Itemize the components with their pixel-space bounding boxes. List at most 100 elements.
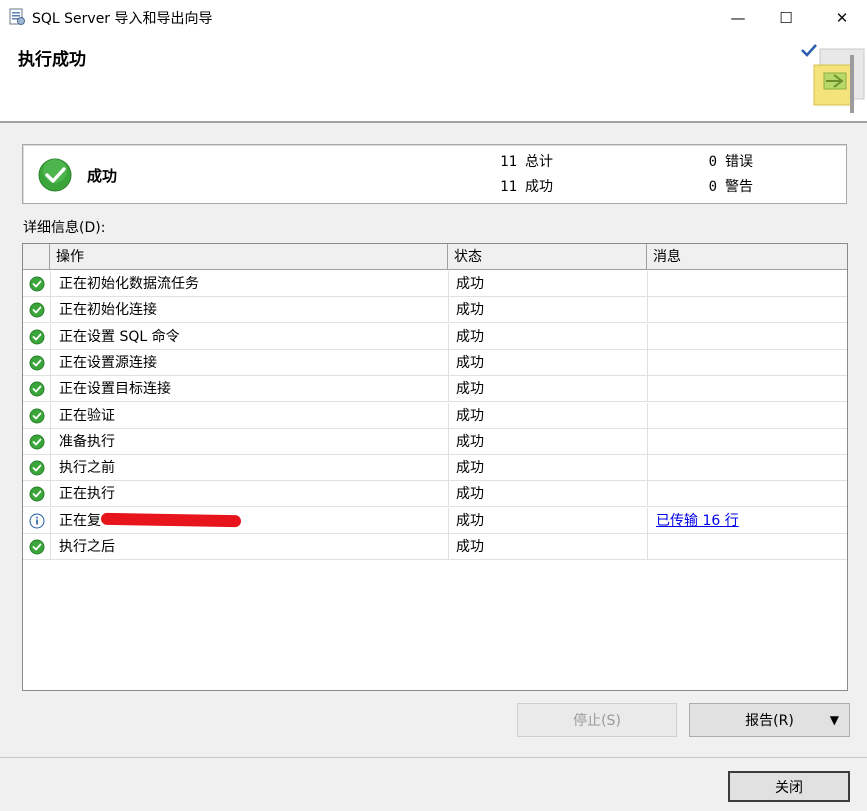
- success-icon: [23, 376, 50, 402]
- message-cell: 已传输 16 行: [647, 507, 847, 534]
- message-link[interactable]: 已传输 16 行: [656, 513, 739, 529]
- table-row[interactable]: 正在执行 成功: [23, 481, 847, 508]
- divider: [0, 757, 867, 758]
- summary-status: 成功: [87, 167, 118, 185]
- column-header-message[interactable]: 消息: [647, 244, 847, 270]
- operation-cell: 正在执行: [50, 481, 448, 508]
- operation-cell: 正在设置源连接: [50, 349, 448, 376]
- app-icon: [8, 8, 26, 26]
- wizard-graphic-icon: [812, 43, 867, 125]
- minimize-icon: —: [730, 8, 746, 27]
- success-icon: [23, 403, 50, 429]
- column-header-operation[interactable]: 操作: [50, 244, 448, 270]
- table-row[interactable]: 正在复 成功 已传输 16 行: [23, 507, 847, 534]
- success-icon: [23, 534, 50, 560]
- operation-text: 正在初始化数据流任务: [59, 276, 199, 292]
- message-cell: [647, 271, 847, 297]
- table-row[interactable]: 正在验证 成功: [23, 402, 847, 429]
- details-label: 详细信息(D):: [23, 220, 106, 236]
- status-cell: 成功: [448, 507, 647, 534]
- details-grid[interactable]: 操作 状态 消息 正在初始化数据流任务 成功 正在初始化连接 成功 正在设置 SQL 命…: [22, 243, 848, 691]
- status-cell: 成功: [448, 349, 647, 376]
- total-label: 总计: [525, 154, 553, 170]
- window-title: SQL Server 导入和导出向导: [32, 11, 213, 27]
- minimize-button[interactable]: —: [715, 0, 761, 35]
- operation-text: 执行之后: [59, 539, 115, 555]
- message-cell: [647, 297, 847, 324]
- table-row[interactable]: 正在设置源连接 成功: [23, 349, 847, 376]
- operation-text: 正在设置目标连接: [59, 381, 171, 398]
- operation-text: 正在复: [59, 512, 101, 529]
- grid-header: 操作 状态 消息: [23, 244, 847, 270]
- operation-cell: 正在设置目标连接: [50, 376, 448, 403]
- report-button[interactable]: 报告(R) ▼: [689, 703, 850, 737]
- status-cell: 成功: [448, 534, 647, 560]
- message-cell: [647, 349, 847, 376]
- message-cell: [647, 323, 847, 350]
- summary-panel: 成功 11 总计 11 成功 0 错误 0 警告: [22, 144, 847, 204]
- close-button[interactable]: 关闭: [728, 771, 850, 802]
- warning-count: 0: [708, 179, 717, 195]
- success-large-icon: [37, 157, 73, 197]
- success-stat: 11 成功: [497, 176, 553, 196]
- operation-text: 正在设置 SQL 命令: [59, 328, 180, 345]
- operation-text: 执行之前: [59, 460, 115, 477]
- status-cell: 成功: [448, 323, 647, 350]
- maximize-icon: ☐: [779, 8, 793, 27]
- table-row[interactable]: 准备执行 成功: [23, 428, 847, 455]
- success-icon: [23, 350, 50, 376]
- error-label: 错误: [725, 154, 753, 170]
- wizard-header: 执行成功: [0, 35, 867, 123]
- status-cell: 成功: [448, 481, 647, 508]
- operation-cell: 执行之后: [50, 534, 448, 560]
- operation-text: 正在设置源连接: [59, 354, 157, 371]
- column-header-status[interactable]: 状态: [448, 244, 647, 270]
- error-stat: 0 错误: [697, 151, 753, 171]
- success-icon: [23, 297, 50, 323]
- close-window-button[interactable]: ✕: [819, 0, 865, 35]
- redaction-mark: [100, 512, 242, 527]
- total-stat: 11 总计: [497, 151, 553, 171]
- table-row[interactable]: 正在设置 SQL 命令 成功: [23, 323, 847, 350]
- success-icon: [23, 455, 50, 481]
- report-button-label: 报告(R): [745, 713, 794, 729]
- table-row[interactable]: 正在初始化数据流任务 成功: [23, 271, 847, 297]
- operation-cell: 执行之前: [50, 455, 448, 482]
- stop-button[interactable]: 停止(S): [517, 703, 677, 737]
- message-cell: [647, 402, 847, 429]
- operation-cell: 正在初始化连接: [50, 297, 448, 324]
- operation-cell: 正在验证: [50, 402, 448, 429]
- info-icon: [23, 508, 50, 534]
- error-count: 0: [708, 154, 717, 170]
- operation-cell: 正在复: [50, 507, 448, 534]
- dropdown-arrow-icon[interactable]: ▼: [830, 713, 839, 727]
- operation-text: 准备执行: [59, 433, 115, 450]
- message-cell: [647, 376, 847, 403]
- maximize-button[interactable]: ☐: [763, 0, 809, 35]
- warning-label: 警告: [725, 179, 753, 195]
- status-cell: 成功: [448, 428, 647, 455]
- success-icon: [23, 324, 50, 350]
- operation-text: 正在初始化连接: [59, 302, 157, 319]
- table-row[interactable]: 正在初始化连接 成功: [23, 297, 847, 324]
- status-cell: 成功: [448, 376, 647, 403]
- table-row[interactable]: 执行之后 成功: [23, 534, 847, 560]
- message-cell: [647, 428, 847, 455]
- success-label: 成功: [525, 179, 553, 195]
- page-title: 执行成功: [18, 50, 86, 70]
- operation-cell: 准备执行: [50, 428, 448, 455]
- status-cell: 成功: [448, 271, 647, 297]
- title-bar: SQL Server 导入和导出向导 — ☐ ✕: [0, 0, 867, 35]
- operation-cell: 正在初始化数据流任务: [50, 271, 448, 297]
- total-count: 11: [500, 154, 517, 170]
- table-row[interactable]: 执行之前 成功: [23, 455, 847, 482]
- operation-cell: 正在设置 SQL 命令: [50, 323, 448, 350]
- column-header-icon[interactable]: [23, 244, 50, 270]
- operation-text: 正在验证: [59, 407, 115, 424]
- success-icon: [23, 429, 50, 455]
- operation-text: 正在执行: [59, 486, 115, 503]
- status-cell: 成功: [448, 297, 647, 324]
- status-cell: 成功: [448, 455, 647, 482]
- close-icon: ✕: [835, 8, 849, 27]
- table-row[interactable]: 正在设置目标连接 成功: [23, 376, 847, 403]
